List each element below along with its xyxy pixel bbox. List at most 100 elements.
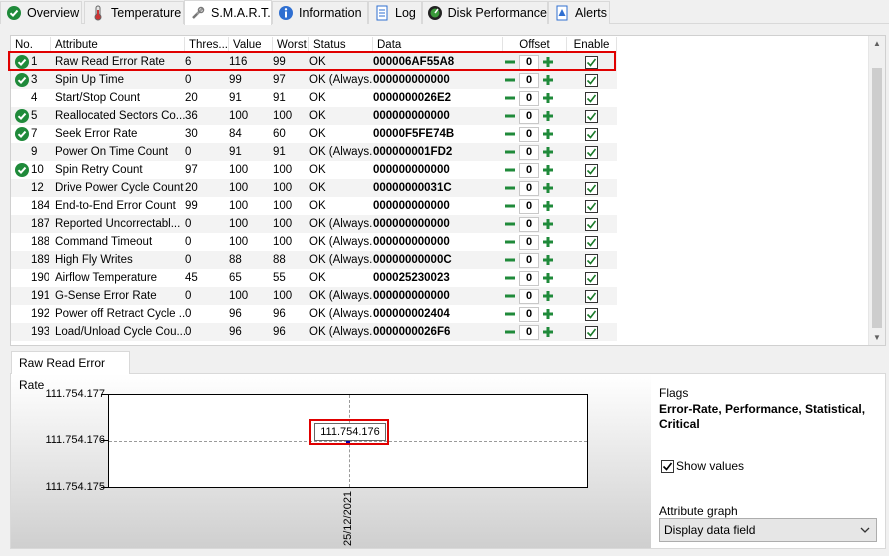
scrollbar-thumb[interactable] (872, 68, 882, 328)
enable-checkbox[interactable] (585, 182, 598, 195)
table-row[interactable]: 4 Start/Stop Count 20 91 91 OK 0000000026E2 0 (11, 89, 617, 107)
tab-temperature[interactable]: Temperature (84, 1, 184, 24)
table-row[interactable]: 1 Raw Read Error Rate 6 116 99 OK 000006AF55A8… (11, 53, 617, 71)
plus-icon[interactable] (541, 55, 555, 69)
plus-icon[interactable] (541, 181, 555, 195)
col-attribute[interactable]: Attribute (51, 37, 185, 53)
tab-information[interactable]: Information (272, 1, 368, 24)
table-row[interactable]: 5 Reallocated Sectors Co... 36 100 100 OK 0000… (11, 107, 617, 125)
table-row[interactable]: 12 Drive Power Cycle Count 20 100 100 OK 00000… (11, 179, 617, 197)
plus-icon[interactable] (541, 91, 555, 105)
plus-icon[interactable] (541, 217, 555, 231)
col-worst[interactable]: Worst (273, 37, 309, 53)
offset-value[interactable]: 0 (519, 162, 539, 178)
minus-icon[interactable] (503, 127, 517, 141)
col-offset[interactable]: Offset (503, 37, 567, 53)
tab-smart[interactable]: S.M.A.R.T. (184, 0, 272, 25)
plus-icon[interactable] (541, 145, 555, 159)
enable-checkbox[interactable] (585, 272, 598, 285)
plus-icon[interactable] (541, 325, 555, 339)
plus-icon[interactable] (541, 307, 555, 321)
enable-checkbox[interactable] (585, 290, 598, 303)
offset-value[interactable]: 0 (519, 324, 539, 340)
minus-icon[interactable] (503, 217, 517, 231)
show-values-label[interactable]: Show values (676, 459, 744, 473)
tab-log[interactable]: Log (368, 1, 422, 24)
offset-value[interactable]: 0 (519, 234, 539, 250)
table-row[interactable]: 191 G-Sense Error Rate 0 100 100 OK (Always..… (11, 287, 617, 305)
table-row[interactable]: 3 Spin Up Time 0 99 97 OK (Always... 000000000… (11, 71, 617, 89)
table-row[interactable]: 7 Seek Error Rate 30 84 60 OK 00000F5FE74B 0 (11, 125, 617, 143)
offset-value[interactable]: 0 (519, 108, 539, 124)
enable-checkbox[interactable] (585, 308, 598, 321)
col-no[interactable]: No. (11, 37, 51, 53)
enable-checkbox[interactable] (585, 92, 598, 105)
minus-icon[interactable] (503, 235, 517, 249)
table-row[interactable]: 192 Power off Retract Cycle ... 0 96 96 OK (A… (11, 305, 617, 323)
minus-icon[interactable] (503, 91, 517, 105)
col-enable[interactable]: Enable (567, 37, 617, 53)
minus-icon[interactable] (503, 253, 517, 267)
scroll-down-icon[interactable]: ▼ (873, 333, 881, 342)
enable-checkbox[interactable] (585, 326, 598, 339)
table-row[interactable]: 10 Spin Retry Count 97 100 100 OK 000000000000… (11, 161, 617, 179)
table-row[interactable]: 193 Load/Unload Cycle Cou... 0 96 96 OK (Alwa… (11, 323, 617, 341)
offset-value[interactable]: 0 (519, 144, 539, 160)
offset-value[interactable]: 0 (519, 198, 539, 214)
attribute-graph-select[interactable]: Display data field (659, 518, 877, 542)
enable-checkbox[interactable] (585, 128, 598, 141)
minus-icon[interactable] (503, 307, 517, 321)
enable-checkbox[interactable] (585, 236, 598, 249)
plus-icon[interactable] (541, 163, 555, 177)
offset-value[interactable]: 0 (519, 288, 539, 304)
offset-value[interactable]: 0 (519, 270, 539, 286)
col-value[interactable]: Value (229, 37, 273, 53)
vertical-scrollbar[interactable]: ▲ ▼ (868, 36, 885, 345)
plus-icon[interactable] (541, 109, 555, 123)
enable-checkbox[interactable] (585, 146, 598, 159)
tab-disk-performance[interactable]: Disk Performance (422, 1, 548, 24)
minus-icon[interactable] (503, 109, 517, 123)
tab-alerts[interactable]: Alerts (548, 1, 610, 24)
offset-value[interactable]: 0 (519, 252, 539, 268)
table-row[interactable]: 9 Power On Time Count 0 91 91 OK (Always... 00… (11, 143, 617, 161)
table-row[interactable]: 187 Reported Uncorrectabl... 0 100 100 OK (Al… (11, 215, 617, 233)
offset-value[interactable]: 0 (519, 126, 539, 142)
minus-icon[interactable] (503, 325, 517, 339)
plus-icon[interactable] (541, 235, 555, 249)
plus-icon[interactable] (541, 289, 555, 303)
col-status[interactable]: Status (309, 37, 373, 53)
col-threshold[interactable]: Thres... (185, 37, 229, 53)
enable-checkbox[interactable] (585, 200, 598, 213)
table-row[interactable]: 188 Command Timeout 0 100 100 OK (Always... 00… (11, 233, 617, 251)
minus-icon[interactable] (503, 55, 517, 69)
offset-value[interactable]: 0 (519, 90, 539, 106)
minus-icon[interactable] (503, 289, 517, 303)
enable-checkbox[interactable] (585, 110, 598, 123)
enable-checkbox[interactable] (585, 218, 598, 231)
minus-icon[interactable] (503, 163, 517, 177)
offset-value[interactable]: 0 (519, 216, 539, 232)
offset-value[interactable]: 0 (519, 306, 539, 322)
enable-checkbox[interactable] (585, 56, 598, 69)
minus-icon[interactable] (503, 199, 517, 213)
plus-icon[interactable] (541, 271, 555, 285)
table-row[interactable]: 184 End-to-End Error Count 99 100 100 OK 00000… (11, 197, 617, 215)
enable-checkbox[interactable] (585, 254, 598, 267)
plus-icon[interactable] (541, 127, 555, 141)
plus-icon[interactable] (541, 73, 555, 87)
plus-icon[interactable] (541, 253, 555, 267)
offset-value[interactable]: 0 (519, 180, 539, 196)
table-row[interactable]: 189 High Fly Writes 0 88 88 OK (Always... 0000… (11, 251, 617, 269)
scroll-up-icon[interactable]: ▲ (873, 39, 881, 48)
offset-value[interactable]: 0 (519, 54, 539, 70)
enable-checkbox[interactable] (585, 164, 598, 177)
offset-value[interactable]: 0 (519, 72, 539, 88)
plus-icon[interactable] (541, 199, 555, 213)
table-row[interactable]: 190 Airflow Temperature 45 65 55 OK 0000252300… (11, 269, 617, 287)
minus-icon[interactable] (503, 145, 517, 159)
minus-icon[interactable] (503, 271, 517, 285)
tab-overview[interactable]: Overview (0, 1, 82, 24)
col-data[interactable]: Data (373, 37, 503, 53)
minus-icon[interactable] (503, 181, 517, 195)
